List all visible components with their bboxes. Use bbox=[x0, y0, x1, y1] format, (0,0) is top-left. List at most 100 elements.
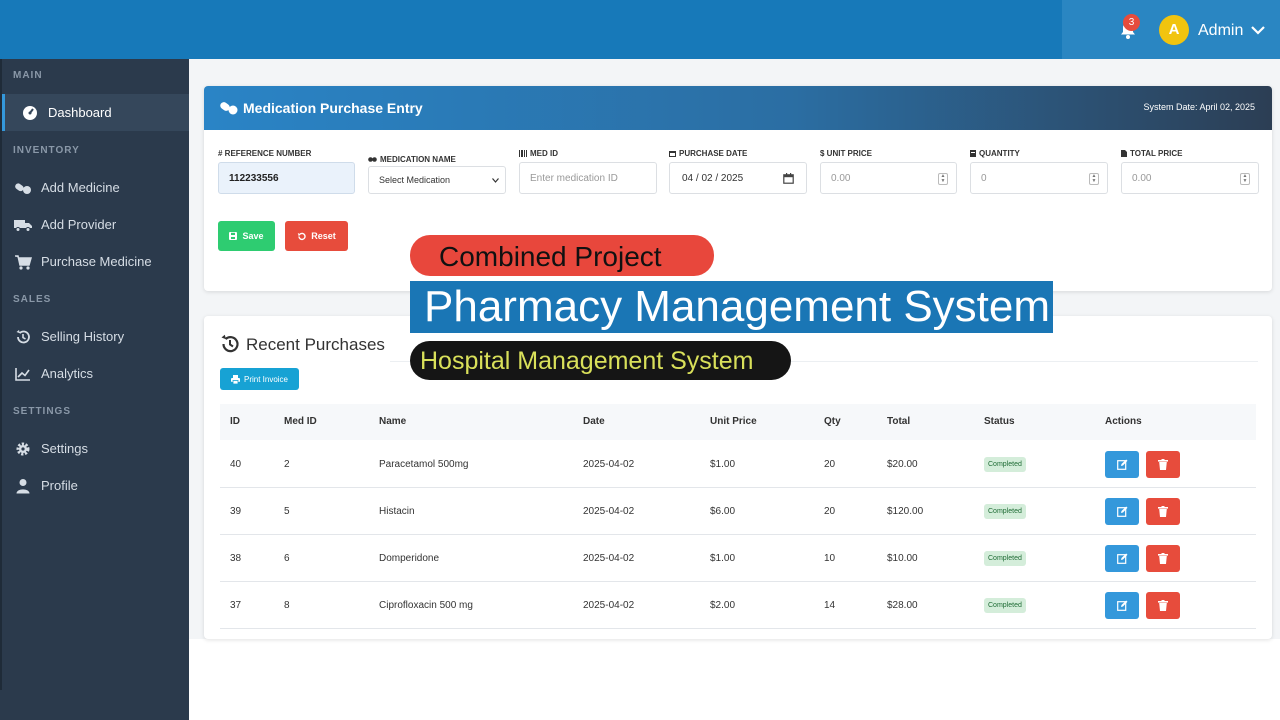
sidebar-item-add-medicine[interactable]: Add Medicine bbox=[2, 169, 189, 206]
printer-icon bbox=[230, 374, 240, 384]
sidebar-item-purchase-medicine[interactable]: Purchase Medicine bbox=[2, 243, 189, 280]
overlay-combined-project: Combined Project bbox=[410, 235, 714, 276]
chevron-down-icon[interactable] bbox=[1250, 24, 1266, 36]
avatar[interactable]: A bbox=[1159, 15, 1189, 45]
stepper-icon[interactable]: ▲ ▼ bbox=[938, 173, 948, 185]
save-button[interactable]: Save bbox=[218, 221, 275, 251]
system-date: System Date: April 02, 2025 bbox=[1143, 102, 1255, 112]
unit-price-input[interactable]: 0.00 ▲ ▼ bbox=[820, 162, 957, 194]
table-row: 40 2 Paracetamol 500mg 2025-04-02 $1.00 … bbox=[220, 441, 1256, 488]
card-title: Medication Purchase Entry bbox=[243, 100, 423, 116]
table-row: 37 8 Ciprofloxacin 500 mg 2025-04-02 $2.… bbox=[220, 582, 1256, 629]
quantity-label-wrap: QUANTITY bbox=[970, 149, 1020, 158]
history-icon bbox=[221, 334, 239, 353]
cell-total: $28.00 bbox=[887, 600, 918, 611]
print-invoice-button[interactable]: Print Invoice bbox=[220, 368, 299, 390]
date-label-wrap: PURCHASE DATE bbox=[669, 149, 747, 158]
delete-button[interactable] bbox=[1146, 545, 1180, 572]
user-name[interactable]: Admin bbox=[1198, 22, 1243, 40]
edit-icon bbox=[1116, 506, 1127, 517]
cell-name: Paracetamol 500mg bbox=[379, 459, 469, 470]
edit-button[interactable] bbox=[1105, 451, 1139, 478]
save-label: Save bbox=[242, 231, 264, 241]
medication-label: MEDICATION NAME bbox=[380, 155, 456, 164]
save-icon bbox=[229, 232, 238, 240]
delete-button[interactable] bbox=[1146, 592, 1180, 619]
sidebar-item-selling-history[interactable]: Selling History bbox=[2, 318, 189, 355]
barcode-icon bbox=[519, 150, 527, 157]
cell-qty: 10 bbox=[824, 553, 836, 564]
line-chart-icon bbox=[13, 366, 33, 382]
cell-unit-price: $6.00 bbox=[710, 506, 736, 517]
cell-total: $10.00 bbox=[887, 553, 918, 564]
edit-button[interactable] bbox=[1105, 498, 1139, 525]
edit-button[interactable] bbox=[1105, 592, 1139, 619]
purchase-date-value: 04 / 02 / 2025 bbox=[682, 172, 744, 184]
cell-total: $20.00 bbox=[887, 459, 918, 470]
reset-label: Reset bbox=[311, 231, 336, 241]
col-name: Name bbox=[379, 416, 407, 427]
medid-label-wrap: MED ID bbox=[519, 149, 558, 158]
reference-label: # REFERENCE NUMBER bbox=[218, 149, 312, 158]
pills-icon bbox=[13, 180, 33, 196]
reference-input[interactable]: 112233556 bbox=[218, 162, 355, 194]
stepper-icon[interactable]: ▲ ▼ bbox=[1240, 173, 1250, 185]
cell-id: 38 bbox=[230, 553, 242, 564]
cell-med-id: 6 bbox=[284, 553, 290, 564]
sidebar-item-label: Analytics bbox=[41, 366, 94, 381]
table-row: 39 5 Histacin 2025-04-02 $6.00 20 $120.0… bbox=[220, 488, 1256, 535]
purchase-date-input[interactable]: 04 / 02 / 2025 bbox=[669, 162, 807, 194]
stepper-icon[interactable]: ▲ ▼ bbox=[1089, 173, 1099, 185]
cell-id: 40 bbox=[230, 459, 242, 470]
undo-icon bbox=[298, 232, 306, 240]
edit-button[interactable] bbox=[1105, 545, 1139, 572]
sidebar-item-dashboard[interactable]: Dashboard bbox=[2, 94, 189, 131]
sidebar-item-settings[interactable]: Settings bbox=[2, 430, 189, 467]
unit-price-placeholder: 0.00 bbox=[831, 172, 851, 184]
delete-button[interactable] bbox=[1146, 451, 1180, 478]
cell-name: Histacin bbox=[379, 506, 415, 517]
overlay-hospital-title: Hospital Management System bbox=[410, 341, 791, 380]
sidebar-item-label: Dashboard bbox=[48, 105, 112, 120]
col-qty: Qty bbox=[824, 416, 841, 427]
cell-med-id: 2 bbox=[284, 459, 290, 470]
sidebar-item-label: Selling History bbox=[41, 329, 125, 344]
box-icon bbox=[970, 150, 976, 157]
truck-icon bbox=[13, 217, 33, 233]
sidebar-item-label: Add Medicine bbox=[41, 180, 120, 195]
reset-button[interactable]: Reset bbox=[285, 221, 348, 251]
medid-input[interactable]: Enter medication ID bbox=[519, 162, 657, 194]
medication-select[interactable]: Select Medication bbox=[368, 166, 506, 194]
quantity-input[interactable]: 0 ▲ ▼ bbox=[970, 162, 1108, 194]
sidebar-item-label: Purchase Medicine bbox=[41, 254, 152, 269]
calendar-icon bbox=[669, 151, 676, 157]
calendar-icon[interactable] bbox=[783, 173, 794, 184]
trash-icon bbox=[1158, 553, 1168, 564]
purchase-entry-card: Medication Purchase Entry System Date: A… bbox=[204, 86, 1272, 291]
trash-icon bbox=[1158, 506, 1168, 517]
file-icon bbox=[1121, 150, 1127, 157]
cell-qty: 20 bbox=[824, 459, 836, 470]
total-label-wrap: TOTAL PRICE bbox=[1121, 149, 1182, 158]
trash-icon bbox=[1158, 459, 1168, 470]
cell-date: 2025-04-02 bbox=[583, 553, 635, 564]
delete-button[interactable] bbox=[1146, 498, 1180, 525]
total-label: TOTAL PRICE bbox=[1130, 149, 1183, 158]
col-date: Date bbox=[583, 416, 605, 427]
col-med-id: Med ID bbox=[284, 416, 317, 427]
sidebar-item-profile[interactable]: Profile bbox=[2, 467, 189, 504]
unit-price-label: $ UNIT PRICE bbox=[820, 149, 873, 158]
col-total: Total bbox=[887, 416, 911, 427]
quantity-label: QUANTITY bbox=[979, 149, 1020, 158]
gear-icon bbox=[13, 441, 33, 457]
sidebar-item-label: Settings bbox=[41, 441, 88, 456]
total-price-input[interactable]: 0.00 ▲ ▼ bbox=[1121, 162, 1259, 194]
cell-med-id: 5 bbox=[284, 506, 290, 517]
edit-icon bbox=[1116, 553, 1127, 564]
sidebar-item-analytics[interactable]: Analytics bbox=[2, 355, 189, 392]
cell-id: 37 bbox=[230, 600, 242, 611]
sidebar-item-add-provider[interactable]: Add Provider bbox=[2, 206, 189, 243]
sidebar-item-label: Add Provider bbox=[41, 217, 117, 232]
cell-name: Ciprofloxacin 500 mg bbox=[379, 600, 473, 611]
sidebar-section-inventory: INVENTORY bbox=[13, 145, 80, 156]
